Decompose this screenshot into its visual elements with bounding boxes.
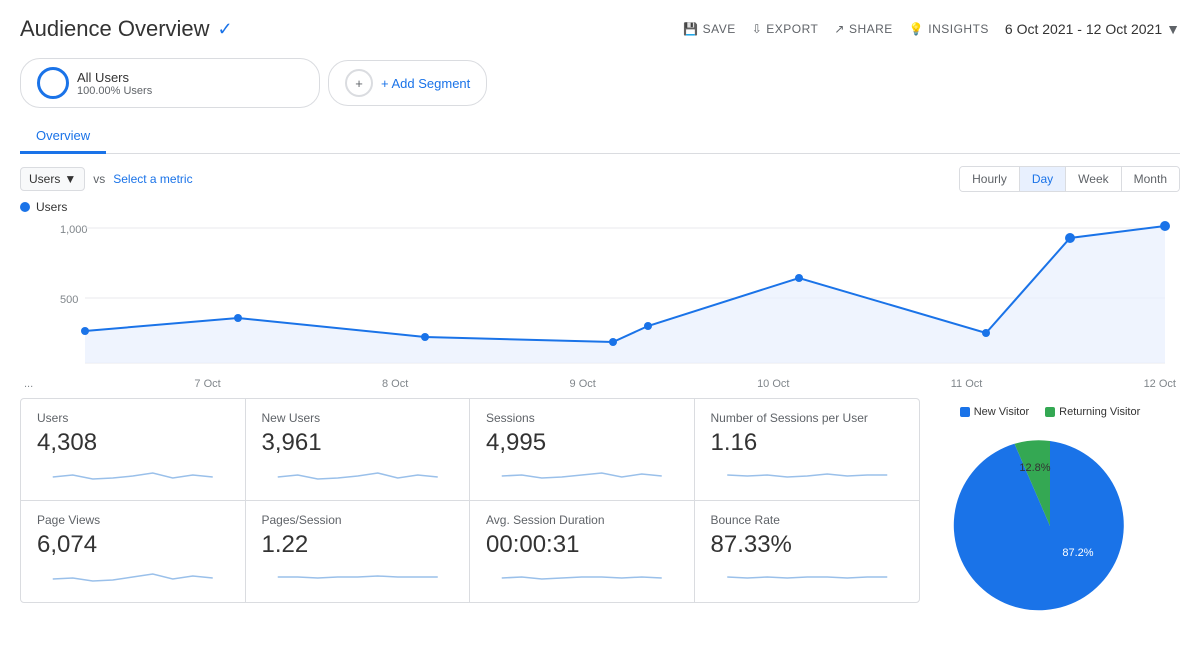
- page-title: Audience Overview: [20, 16, 210, 42]
- users-legend-label: Users: [36, 200, 67, 214]
- all-users-segment[interactable]: All Users 100.00% Users: [20, 58, 320, 108]
- vs-label: vs: [93, 172, 105, 186]
- chart-controls: Users ▼ vs Select a metric Hourly Day We…: [20, 166, 1180, 192]
- save-icon: 💾: [683, 22, 698, 36]
- new-visitor-dot: [960, 407, 970, 417]
- bounce-rate-stat-card: Bounce Rate 87.33%: [695, 501, 920, 602]
- sessions-sparkline: [486, 465, 678, 485]
- users-stat-value: 4,308: [37, 429, 229, 457]
- save-button[interactable]: 💾 SAVE: [683, 22, 736, 36]
- page-views-stat-value: 6,074: [37, 531, 229, 559]
- bounce-rate-stat-label: Bounce Rate: [711, 513, 904, 527]
- page-container: Audience Overview ✓ 💾 SAVE ⇩ EXPORT ↗ SH…: [0, 0, 1200, 650]
- returning-visitor-legend: Returning Visitor: [1045, 406, 1140, 418]
- pages-session-stat-label: Pages/Session: [262, 513, 454, 527]
- users-metric-dropdown[interactable]: Users ▼: [20, 167, 85, 191]
- segment-info: All Users 100.00% Users: [77, 70, 152, 97]
- svg-text:12.8%: 12.8%: [1019, 462, 1050, 474]
- share-button[interactable]: ↗ SHARE: [834, 22, 892, 36]
- stats-grid-container: Users 4,308 New Users 3,961 Sessions 4,9…: [20, 398, 920, 634]
- new-users-stat-value: 3,961: [262, 429, 454, 457]
- svg-text:87.2%: 87.2%: [1062, 547, 1093, 559]
- chevron-down-icon: ▼: [1166, 21, 1180, 37]
- page-header: Audience Overview ✓ 💾 SAVE ⇩ EXPORT ↗ SH…: [20, 16, 1180, 42]
- page-views-stat-label: Page Views: [37, 513, 229, 527]
- select-metric-link[interactable]: Select a metric: [113, 172, 192, 186]
- bounce-rate-sparkline: [711, 567, 904, 587]
- export-button[interactable]: ⇩ EXPORT: [752, 22, 819, 36]
- avg-session-stat-label: Avg. Session Duration: [486, 513, 678, 527]
- metric-selector: Users ▼ vs Select a metric: [20, 167, 193, 191]
- week-button[interactable]: Week: [1066, 167, 1121, 191]
- users-legend-dot: [20, 202, 30, 212]
- pie-chart-svg: 87.2% 12.8%: [950, 426, 1150, 626]
- date-range-selector[interactable]: 6 Oct 2021 - 12 Oct 2021 ▼: [1005, 21, 1180, 37]
- hourly-button[interactable]: Hourly: [960, 167, 1020, 191]
- insights-button[interactable]: 💡 INSIGHTS: [909, 22, 989, 36]
- users-stat-label: Users: [37, 411, 229, 425]
- time-period-buttons: Hourly Day Week Month: [959, 166, 1180, 192]
- returning-visitor-dot: [1045, 407, 1055, 417]
- sessions-per-user-stat-value: 1.16: [711, 429, 904, 457]
- share-icon: ↗: [834, 22, 845, 36]
- line-chart: 1,000 500: [20, 218, 1180, 378]
- sessions-per-user-sparkline: [711, 465, 904, 485]
- avg-session-stat-card: Avg. Session Duration 00:00:31: [470, 501, 695, 602]
- new-users-stat-card: New Users 3,961: [246, 399, 471, 501]
- header-left: Audience Overview ✓: [20, 16, 233, 42]
- dropdown-chevron-icon: ▼: [64, 172, 76, 186]
- pages-session-sparkline: [262, 567, 454, 587]
- users-sparkline: [37, 465, 229, 485]
- add-segment-icon: +: [345, 69, 373, 97]
- pages-session-stat-card: Pages/Session 1.22: [246, 501, 471, 602]
- export-icon: ⇩: [752, 22, 763, 36]
- svg-text:1,000: 1,000: [60, 224, 88, 236]
- bounce-rate-stat-value: 87.33%: [711, 531, 904, 559]
- svg-text:500: 500: [60, 294, 78, 306]
- new-visitor-label: New Visitor: [974, 406, 1029, 418]
- tabs-bar: Overview: [20, 120, 1180, 154]
- pie-legend: New Visitor Returning Visitor: [960, 406, 1141, 418]
- x-axis-labels: ... 7 Oct 8 Oct 9 Oct 10 Oct 11 Oct 12 O…: [20, 378, 1180, 390]
- check-icon: ✓: [218, 19, 233, 40]
- sessions-stat-card: Sessions 4,995: [470, 399, 695, 501]
- add-segment-button[interactable]: + + Add Segment: [328, 60, 487, 106]
- sessions-per-user-stat-label: Number of Sessions per User: [711, 411, 904, 425]
- day-button[interactable]: Day: [1020, 167, 1066, 191]
- pages-session-stat-value: 1.22: [262, 531, 454, 559]
- segment-icon: [37, 67, 69, 99]
- sessions-stat-label: Sessions: [486, 411, 678, 425]
- stats-area: Users 4,308 New Users 3,961 Sessions 4,9…: [20, 398, 1180, 634]
- tab-overview[interactable]: Overview: [20, 120, 106, 154]
- returning-visitor-label: Returning Visitor: [1059, 406, 1140, 418]
- avg-session-stat-value: 00:00:31: [486, 531, 678, 559]
- new-visitor-legend: New Visitor: [960, 406, 1029, 418]
- chart-legend: Users: [20, 200, 1180, 214]
- chart-area: 1,000 500 ...: [20, 218, 1180, 390]
- insights-icon: 💡: [909, 22, 924, 36]
- avg-session-sparkline: [486, 567, 678, 587]
- new-users-stat-label: New Users: [262, 411, 454, 425]
- month-button[interactable]: Month: [1122, 167, 1179, 191]
- header-actions: 💾 SAVE ⇩ EXPORT ↗ SHARE 💡 INSIGHTS 6 Oct…: [683, 21, 1180, 37]
- sessions-per-user-stat-card: Number of Sessions per User 1.16: [695, 399, 920, 501]
- page-views-sparkline: [37, 567, 229, 587]
- users-stat-card: Users 4,308: [21, 399, 246, 501]
- pie-chart-area: New Visitor Returning Visitor 87.2%: [920, 398, 1180, 634]
- sessions-stat-value: 4,995: [486, 429, 678, 457]
- page-views-stat-card: Page Views 6,074: [21, 501, 246, 602]
- segment-bar: All Users 100.00% Users + + Add Segment: [20, 58, 1180, 108]
- stats-grid: Users 4,308 New Users 3,961 Sessions 4,9…: [20, 398, 920, 603]
- new-users-sparkline: [262, 465, 454, 485]
